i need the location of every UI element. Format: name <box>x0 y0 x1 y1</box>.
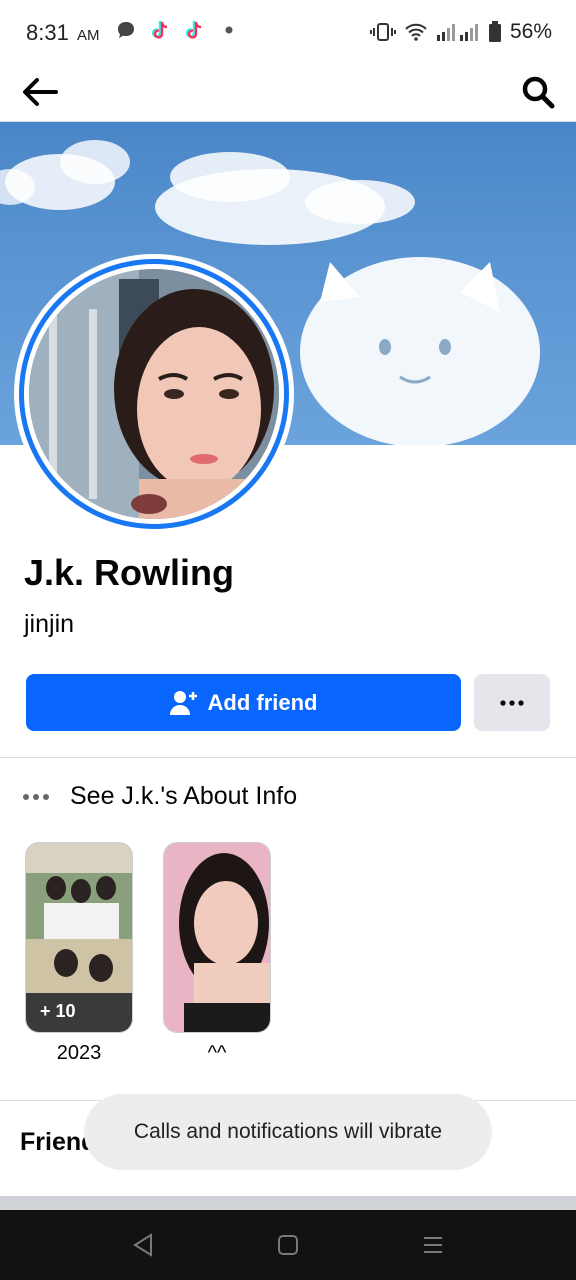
status-system-icons: 56% <box>369 20 552 44</box>
more-dots-icon <box>23 793 49 800</box>
profile-photo[interactable] <box>14 254 294 534</box>
status-bar: 8:31 AM 56% <box>0 0 576 64</box>
status-time: 8:31 AM <box>26 20 99 46</box>
triangle-back-icon <box>133 1233 152 1257</box>
arrow-left-icon <box>23 78 58 106</box>
battery-icon <box>488 21 501 42</box>
nav-back-button[interactable] <box>128 1230 158 1260</box>
toast-text: Calls and notifications will vibrate <box>133 1120 443 1143</box>
status-time-value: 8:31 <box>26 20 69 45</box>
wifi-icon <box>405 23 427 41</box>
chat-bubble-icon <box>118 22 134 38</box>
featured-collection[interactable]: + 10 <box>25 842 133 1033</box>
menu-lines-icon <box>424 1237 442 1253</box>
add-friend-label: Add friend <box>207 689 318 715</box>
status-time-ampm: AM <box>76 27 100 44</box>
vibrate-icon <box>369 23 396 41</box>
more-options-button[interactable] <box>474 674 550 731</box>
featured-collection-image <box>164 843 270 1032</box>
story-ring <box>19 259 289 529</box>
status-notification-icons <box>115 18 235 42</box>
search-icon <box>522 76 555 109</box>
dot-icon <box>225 26 233 34</box>
search-button[interactable] <box>516 70 560 114</box>
system-navigation-bar <box>0 1210 576 1280</box>
nav-menu-button[interactable] <box>418 1230 448 1260</box>
featured-collection[interactable] <box>163 842 271 1033</box>
profile-nickname: jinjin <box>24 610 75 638</box>
battery-percent: 56% <box>509 20 552 43</box>
app-bar <box>0 64 576 122</box>
profile-picture-image <box>29 269 279 519</box>
featured-collection-label: 2023 <box>56 1042 102 1064</box>
featured-collection-label: ^^ <box>207 1042 227 1064</box>
about-info-label: See J.k.'s About Info <box>70 782 298 810</box>
add-person-icon <box>169 690 197 715</box>
tiktok-icon <box>185 20 202 39</box>
profile-name: J.k. Rowling <box>24 552 235 593</box>
add-friend-button[interactable]: Add friend <box>26 674 461 731</box>
section-separator <box>0 1196 576 1210</box>
toast-notification: Calls and notifications will vibrate <box>84 1094 492 1170</box>
tiktok-icon <box>151 20 168 39</box>
nav-home-button[interactable] <box>273 1230 303 1260</box>
back-button[interactable] <box>18 70 62 114</box>
more-dots-icon <box>500 699 524 706</box>
square-home-icon <box>278 1235 298 1255</box>
section-divider <box>0 757 576 758</box>
featured-photo-count: + 10 <box>40 1001 76 1021</box>
signal-icon <box>436 24 478 41</box>
about-info-link[interactable]: See J.k.'s About Info <box>22 782 297 811</box>
